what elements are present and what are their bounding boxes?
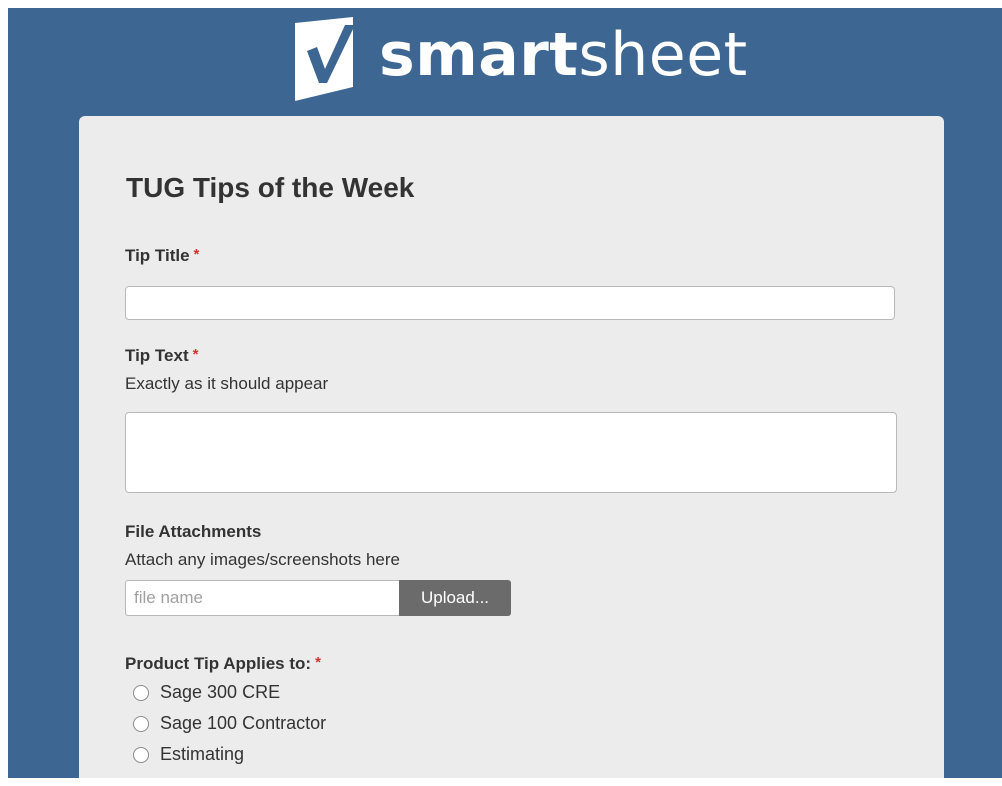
upload-button[interactable]: Upload... bbox=[399, 580, 511, 616]
radio-button[interactable] bbox=[133, 746, 149, 763]
file-attachments-label: File Attachments bbox=[125, 522, 261, 542]
form-title: TUG Tips of the Week bbox=[126, 172, 415, 203]
tip-text-description: Exactly as it should appear bbox=[125, 374, 329, 393]
smartsheet-logo: smartsheet bbox=[293, 14, 748, 104]
page: smartsheet TUG Tips of the Week Tip Titl… bbox=[0, 0, 1002, 786]
checkmark-flag-icon bbox=[295, 17, 355, 101]
radio-option-sage-100-contractor[interactable]: Sage 100 Contractor bbox=[133, 713, 326, 734]
radio-option-estimating[interactable]: Estimating bbox=[133, 744, 244, 765]
product-label: Product Tip Applies to: * bbox=[125, 654, 321, 674]
brand-name-light: sheet bbox=[578, 20, 748, 90]
radio-button[interactable] bbox=[133, 684, 149, 701]
required-marker: * bbox=[315, 654, 321, 671]
tip-text-textarea[interactable] bbox=[125, 412, 897, 493]
radio-label: Sage 300 CRE bbox=[160, 682, 281, 702]
file-attachments-description: Attach any images/screenshots here bbox=[125, 550, 400, 569]
tip-text-label-text: Tip Text bbox=[125, 346, 189, 365]
brand-name: smartsheet bbox=[379, 25, 748, 85]
file-upload-group: file name Upload... bbox=[125, 580, 511, 616]
form-background: smartsheet TUG Tips of the Week Tip Titl… bbox=[8, 8, 1002, 778]
radio-label: Estimating bbox=[160, 744, 245, 764]
file-attachments-label-text: File Attachments bbox=[125, 522, 262, 541]
tip-title-label: Tip Title * bbox=[125, 246, 199, 266]
tip-title-input[interactable] bbox=[125, 286, 895, 320]
product-label-text: Product Tip Applies to: bbox=[125, 654, 312, 673]
radio-option-sage-300-cre[interactable]: Sage 300 CRE bbox=[133, 682, 280, 703]
radio-label: Sage 100 Contractor bbox=[160, 713, 327, 733]
form-card: TUG Tips of the Week Tip Title * Tip Text… bbox=[79, 116, 944, 778]
brand-name-bold: smart bbox=[379, 20, 579, 90]
tip-text-label: Tip Text * bbox=[125, 346, 198, 366]
required-marker: * bbox=[192, 346, 199, 363]
radio-button[interactable] bbox=[133, 715, 149, 732]
file-name-field[interactable]: file name bbox=[125, 580, 399, 616]
tip-title-label-text: Tip Title bbox=[125, 246, 190, 265]
required-marker: * bbox=[193, 246, 200, 263]
